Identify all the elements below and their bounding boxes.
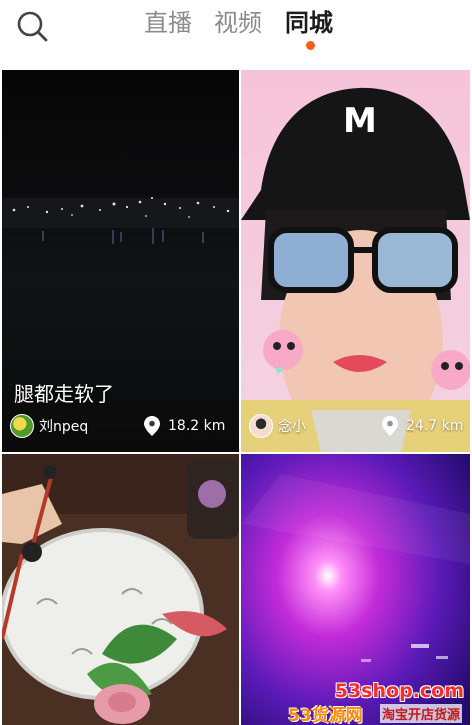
top-bar: 直播 视频 同城 [0, 0, 472, 68]
watermark-site: 53shop.com [334, 680, 464, 702]
author-info[interactable]: 刘npeq [10, 413, 88, 439]
video-thumbnail: M [241, 70, 470, 452]
distance-label: 18.2 km [168, 418, 226, 434]
location-pin-icon [144, 416, 160, 436]
watermark-slogan: 淘宝开店货源 [380, 704, 463, 723]
author-name[interactable]: 刘npeq [39, 416, 88, 436]
distance-info: 18.2 km [144, 415, 225, 437]
distance-info: 24.7 km [382, 415, 463, 437]
avatar[interactable] [249, 414, 273, 438]
feed-card[interactable]: M 念小 24.7 km [241, 70, 470, 452]
tab-bar: 直播 视频 同城 [0, 6, 472, 46]
distance-label: 24.7 km [406, 418, 464, 434]
tab-nearby[interactable]: 同城 [285, 6, 333, 46]
avatar[interactable] [10, 414, 34, 438]
tab-video[interactable]: 视频 [214, 6, 262, 46]
svg-text:M: M [343, 101, 377, 141]
watermark: 53shop.com 53货源网 淘宝开店货源 [288, 680, 472, 725]
watermark-brand: 53货源网 [288, 706, 363, 725]
feed-card[interactable]: 腿都走软了 刘npeq 18.2 km [2, 70, 239, 452]
location-pin-icon [382, 416, 398, 436]
video-thumbnail [2, 454, 239, 725]
feed-grid: 腿都走软了 刘npeq 18.2 km M 念小 24.7 km [2, 70, 470, 725]
active-tab-indicator [306, 41, 315, 50]
video-caption: 腿都走软了 [14, 382, 114, 406]
author-info[interactable]: 念小 [249, 413, 306, 439]
author-name[interactable]: 念小 [278, 416, 306, 436]
feed-card[interactable] [2, 454, 239, 725]
tab-live[interactable]: 直播 [144, 6, 192, 46]
